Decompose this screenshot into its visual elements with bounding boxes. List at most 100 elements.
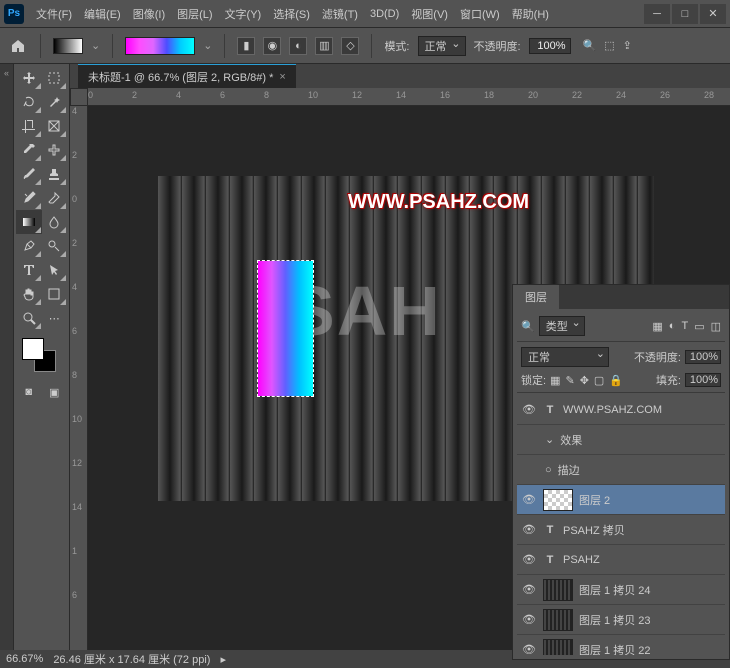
filter-pixel-icon[interactable]: ▦ bbox=[652, 320, 662, 333]
menu-help[interactable]: 帮助(H) bbox=[506, 2, 555, 26]
gradient-radial-icon[interactable]: ◉ bbox=[263, 37, 281, 55]
stamp-tool[interactable] bbox=[42, 162, 68, 186]
edit-toolbar[interactable]: ⋯ bbox=[42, 306, 68, 330]
layer-name[interactable]: WWW.PSAHZ.COM bbox=[563, 404, 721, 416]
lock-artboard-icon[interactable]: ▢ bbox=[594, 374, 604, 387]
layer-row[interactable]: ⌄ 效果 bbox=[517, 425, 725, 455]
pen-tool[interactable] bbox=[16, 234, 42, 258]
collapse-strip[interactable]: « bbox=[0, 64, 14, 650]
layer-thumbnail[interactable] bbox=[543, 489, 573, 511]
type-tool[interactable] bbox=[16, 258, 42, 282]
gradient-swatch[interactable] bbox=[53, 38, 83, 54]
visibility-icon[interactable]: 👁 bbox=[521, 403, 537, 416]
search-icon[interactable]: 🔍 bbox=[583, 39, 597, 52]
brush-tool[interactable] bbox=[16, 162, 42, 186]
filter-adjust-icon[interactable]: ◐ bbox=[669, 320, 676, 333]
layer-row[interactable]: 👁 图层 2 bbox=[517, 485, 725, 515]
ruler-origin[interactable] bbox=[70, 88, 88, 106]
marquee-tool[interactable] bbox=[42, 66, 68, 90]
filter-select[interactable]: 类型 bbox=[539, 316, 585, 336]
visibility-icon[interactable]: 👁 bbox=[521, 493, 537, 506]
zoom-value[interactable]: 66.67% bbox=[6, 653, 43, 665]
visibility-icon[interactable]: 👁 bbox=[521, 523, 537, 536]
dropdown-icon[interactable]: ⌄ bbox=[91, 39, 100, 52]
menu-layer[interactable]: 图层(L) bbox=[171, 2, 218, 26]
gradient-linear-icon[interactable]: ▮ bbox=[237, 37, 255, 55]
lock-brush-icon[interactable]: ✎ bbox=[565, 374, 574, 387]
close-icon[interactable]: × bbox=[279, 71, 285, 83]
blur-tool[interactable] bbox=[42, 210, 68, 234]
path-select-tool[interactable] bbox=[42, 258, 68, 282]
layer-name[interactable]: 图层 1 拷贝 23 bbox=[579, 612, 721, 628]
ruler-vertical[interactable]: 420246810121416 bbox=[70, 106, 88, 650]
layer-row[interactable]: 👁TWWW.PSAHZ.COM bbox=[517, 395, 725, 425]
gradient-diamond-icon[interactable]: ◇ bbox=[341, 37, 359, 55]
shape-tool[interactable] bbox=[42, 282, 68, 306]
move-tool[interactable] bbox=[16, 66, 42, 90]
layer-name[interactable]: 图层 1 拷贝 24 bbox=[579, 582, 721, 598]
document-tab[interactable]: 未标题-1 @ 66.7% (图层 2, RGB/8#) * × bbox=[78, 64, 296, 88]
frame-tool[interactable] bbox=[42, 114, 68, 138]
filter-type-icon[interactable]: T bbox=[681, 320, 688, 333]
layer-thumbnail[interactable] bbox=[543, 609, 573, 631]
crop-tool[interactable] bbox=[16, 114, 42, 138]
layer-name[interactable]: PSAHZ bbox=[563, 554, 721, 566]
wand-tool[interactable] bbox=[42, 90, 68, 114]
visibility-icon[interactable]: 👁 bbox=[521, 643, 537, 655]
heal-tool[interactable] bbox=[42, 138, 68, 162]
layer-name[interactable]: 图层 1 拷贝 22 bbox=[579, 642, 721, 656]
layer-row[interactable]: 👁 图层 1 拷贝 24 bbox=[517, 575, 725, 605]
visibility-icon[interactable]: 👁 bbox=[521, 583, 537, 596]
lock-position-icon[interactable]: ✥ bbox=[580, 374, 589, 387]
layer-row[interactable]: 👁 图层 1 拷贝 23 bbox=[517, 605, 725, 635]
eyedropper-tool[interactable] bbox=[16, 138, 42, 162]
layer-name[interactable]: 效果 bbox=[560, 432, 721, 448]
hand-tool[interactable] bbox=[16, 282, 42, 306]
blend-mode-select[interactable]: 正常 bbox=[418, 36, 466, 56]
chevron-down-icon[interactable]: ⌄ bbox=[545, 433, 554, 446]
layer-row[interactable]: 👁TPSAHZ 拷贝 bbox=[517, 515, 725, 545]
zoom-tool[interactable] bbox=[16, 306, 42, 330]
color-swatches[interactable] bbox=[16, 336, 67, 376]
menu-image[interactable]: 图像(I) bbox=[127, 2, 171, 26]
screenmode-icon[interactable]: ▣ bbox=[42, 380, 68, 404]
quickmask-icon[interactable]: ◙ bbox=[16, 380, 42, 404]
visibility-icon[interactable]: 👁 bbox=[521, 613, 537, 626]
menu-select[interactable]: 选择(S) bbox=[267, 2, 316, 26]
layer-opacity-input[interactable]: 100% bbox=[685, 350, 721, 364]
foreground-swatch[interactable] bbox=[22, 338, 44, 360]
panel-toggle-icon[interactable]: ⬚ bbox=[604, 39, 614, 52]
menu-file[interactable]: 文件(F) bbox=[30, 2, 78, 26]
filter-shape-icon[interactable]: ▭ bbox=[694, 320, 704, 333]
home-icon[interactable] bbox=[8, 36, 28, 56]
dodge-tool[interactable] bbox=[42, 234, 68, 258]
eraser-tool[interactable] bbox=[42, 186, 68, 210]
search-icon[interactable]: 🔍 bbox=[521, 320, 535, 333]
chevron-right-icon[interactable]: ▸ bbox=[220, 653, 226, 666]
window-maximize-button[interactable]: □ bbox=[672, 4, 698, 24]
layer-thumbnail[interactable] bbox=[543, 579, 573, 601]
window-close-button[interactable]: ✕ bbox=[700, 4, 726, 24]
menu-3d[interactable]: 3D(D) bbox=[364, 4, 405, 24]
filter-smart-icon[interactable]: ◫ bbox=[711, 320, 721, 333]
gradient-tool[interactable] bbox=[16, 210, 42, 234]
lasso-tool[interactable] bbox=[16, 90, 42, 114]
layer-row[interactable]: 👁TPSAHZ bbox=[517, 545, 725, 575]
layer-row[interactable]: ○描边 bbox=[517, 455, 725, 485]
menu-window[interactable]: 窗口(W) bbox=[454, 2, 506, 26]
history-brush-tool[interactable] bbox=[16, 186, 42, 210]
layer-name[interactable]: 图层 2 bbox=[579, 492, 721, 508]
menu-type[interactable]: 文字(Y) bbox=[219, 2, 268, 26]
menu-edit[interactable]: 编辑(E) bbox=[78, 2, 127, 26]
lock-all-icon[interactable]: 🔒 bbox=[609, 374, 623, 387]
tab-layers[interactable]: 图层 bbox=[513, 285, 559, 309]
ruler-horizontal[interactable]: 0246810121416182022242628 bbox=[88, 88, 730, 106]
window-minimize-button[interactable]: ─ bbox=[644, 4, 670, 24]
gradient-reflected-icon[interactable]: ▥ bbox=[315, 37, 333, 55]
menu-filter[interactable]: 滤镜(T) bbox=[316, 2, 364, 26]
gradient-angle-icon[interactable]: ◐ bbox=[289, 37, 307, 55]
opacity-input[interactable]: 100% bbox=[529, 38, 571, 54]
fill-input[interactable]: 100% bbox=[685, 373, 721, 387]
share-icon[interactable]: ⇪ bbox=[623, 39, 632, 52]
visibility-icon[interactable]: 👁 bbox=[521, 553, 537, 566]
